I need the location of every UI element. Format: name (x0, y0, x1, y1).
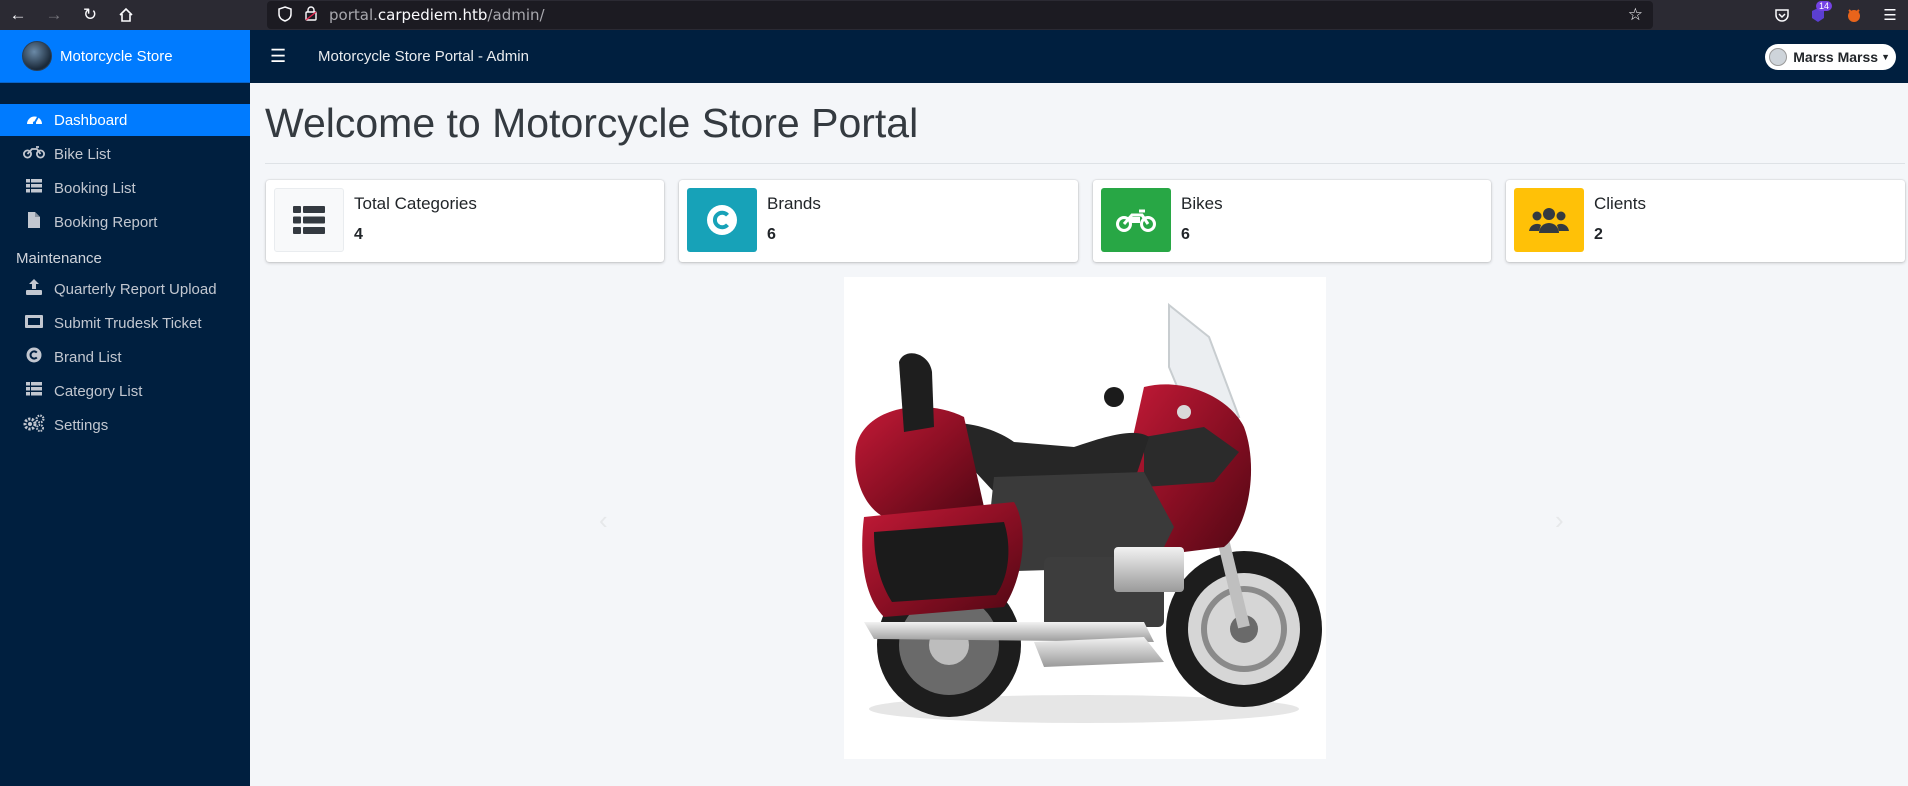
sidebar-item-label: Booking Report (54, 213, 158, 231)
url-bar[interactable]: portal.carpediem.htb/admin/ ☆ (267, 1, 1653, 29)
tachometer-icon (22, 111, 46, 130)
brand-link[interactable]: Motorcycle Store (0, 30, 250, 83)
menu-icon[interactable]: ☰ (1872, 0, 1908, 30)
file-icon (22, 212, 46, 232)
sidebar: Motorcycle Store Dashboard Bike List Boo… (0, 30, 250, 786)
carousel-prev-icon[interactable]: ‹ (599, 505, 608, 536)
sidebar-item-label: Submit Trudesk Ticket (54, 314, 202, 332)
bookmark-star-icon[interactable]: ☆ (1628, 5, 1643, 25)
motorcycle-icon (22, 145, 46, 163)
users-icon (1514, 188, 1584, 252)
info-box-value: 4 (354, 226, 363, 243)
sidebar-item-dashboard[interactable]: Dashboard (0, 104, 250, 136)
sidebar-item-booking-report[interactable]: Booking Report (0, 206, 250, 238)
info-box-value: 6 (767, 226, 776, 243)
info-box-label: Total Categories (354, 194, 477, 213)
brand-name: Motorcycle Store (60, 47, 173, 65)
info-box-brands: Brands 6 (679, 180, 1078, 262)
reload-icon[interactable]: ↻ (72, 0, 108, 30)
sidebar-item-bike-list[interactable]: Bike List (0, 138, 250, 170)
sidebar-item-settings[interactable]: Settings (0, 409, 250, 441)
sidebar-menu: Dashboard Bike List Booking List Booking… (0, 83, 250, 441)
forward-icon[interactable]: → (36, 0, 72, 30)
user-avatar (1769, 48, 1788, 66)
extension-badge: 14 (1815, 1, 1832, 11)
info-box-value: 6 (1181, 226, 1190, 243)
hamburger-menu-icon[interactable]: ☰ (270, 46, 290, 67)
sidebar-section-maintenance: Maintenance (16, 250, 102, 267)
pocket-icon[interactable] (1764, 0, 1800, 30)
list-icon (22, 179, 46, 197)
page-title: Welcome to Motorcycle Store Portal (265, 100, 919, 146)
sidebar-item-label: Settings (54, 416, 109, 434)
sidebar-item-label: Booking List (54, 179, 136, 197)
lock-icon[interactable] (303, 6, 319, 24)
motorcycle-image (855, 302, 1322, 723)
user-dropdown-button[interactable]: Marss Marss ▼ (1765, 44, 1896, 70)
carousel-next-icon[interactable]: › (1555, 505, 1564, 536)
info-box-label: Brands (767, 194, 821, 213)
sidebar-item-label: Category List (54, 382, 143, 400)
info-box-bikes: Bikes 6 (1093, 180, 1491, 262)
cogs-icon (22, 414, 46, 436)
caret-down-icon: ▼ (1881, 52, 1890, 62)
shield-icon[interactable] (277, 5, 293, 25)
upload-icon (22, 279, 46, 299)
user-name: Marss Marss (1793, 49, 1879, 65)
info-box-value: 2 (1594, 226, 1603, 243)
sidebar-item-brand-list[interactable]: Brand List (0, 341, 250, 373)
sidebar-item-submit-trudesk-ticket[interactable]: Submit Trudesk Ticket (0, 307, 250, 339)
sidebar-item-category-list[interactable]: Category List (0, 375, 250, 407)
copyright-icon (22, 347, 46, 367)
copyright-icon (687, 188, 757, 252)
sidebar-item-quarterly-report-upload[interactable]: Quarterly Report Upload (0, 273, 250, 305)
info-box-clients: Clients 2 (1506, 180, 1905, 262)
sidebar-item-booking-list[interactable]: Booking List (0, 172, 250, 204)
sidebar-item-label: Brand List (54, 348, 122, 366)
portal-title: Motorcycle Store Portal - Admin (318, 48, 529, 65)
motorcycle-icon (1101, 188, 1171, 252)
top-navbar: ☰ Motorcycle Store Portal - Admin Marss … (250, 30, 1908, 83)
list-icon (22, 382, 46, 400)
sidebar-item-label: Bike List (54, 145, 111, 163)
back-icon[interactable]: ← (0, 0, 36, 30)
th-list-icon (274, 188, 344, 252)
home-icon[interactable] (108, 0, 144, 30)
sidebar-item-label: Quarterly Report Upload (54, 280, 217, 298)
brand-logo (22, 41, 52, 71)
info-box-label: Bikes (1181, 194, 1223, 213)
url-text: portal.carpediem.htb/admin/ (329, 6, 545, 24)
browser-toolbar: ← → ↻ portal.carpediem.htb/admin/ ☆ 14 ☰ (0, 0, 1908, 30)
info-box-label: Clients (1594, 194, 1646, 213)
foxyproxy-icon[interactable] (1836, 0, 1872, 30)
info-box-total-categories: Total Categories 4 (266, 180, 664, 262)
extension-icon[interactable]: 14 (1800, 0, 1836, 30)
ticket-icon (22, 314, 46, 332)
sidebar-item-label: Dashboard (54, 111, 128, 129)
carousel-image (844, 277, 1326, 759)
divider (265, 163, 1905, 164)
